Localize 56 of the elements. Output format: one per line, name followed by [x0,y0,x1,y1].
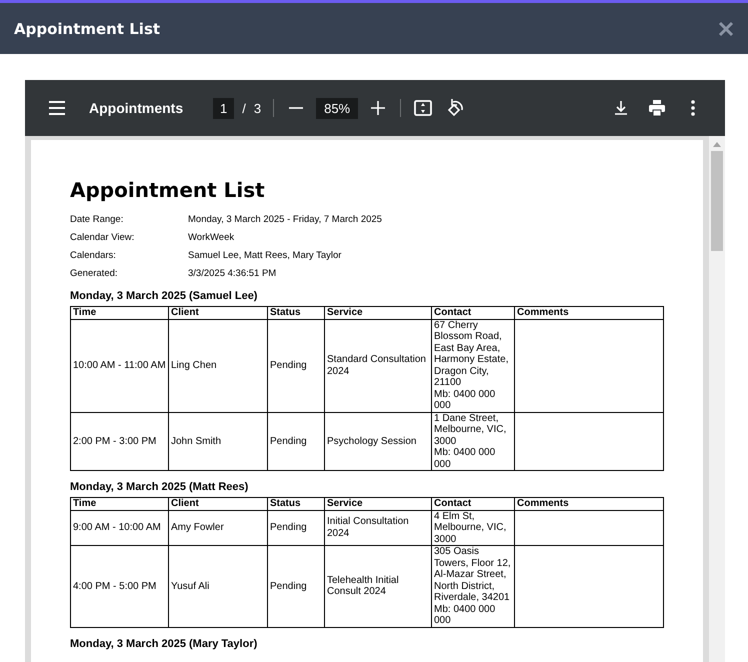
table-cell: Pending [268,510,324,546]
section-heading: Monday, 3 March 2025 (Matt Rees) [70,481,250,493]
table-cell: 4:00 PM - 5:00 PM [70,546,168,627]
page-total: 3 [254,100,262,116]
table-cell: Yusuf Ali [168,546,268,627]
column-header: Contact [432,306,514,319]
meta-label: Date Range: [70,214,124,225]
column-header: Time [70,306,168,319]
table-cell: Ling Chen [168,319,268,412]
meta-label: Generated: [70,268,119,279]
zoom-field[interactable]: 85% [316,98,358,118]
table-cell: Amy Fowler [168,510,268,546]
column-header: Client [168,306,268,319]
column-header: Service [324,498,432,510]
table-cell: Initial Consultation 2024 [324,510,432,546]
close-icon[interactable] [718,20,734,36]
table-cell: Pending [268,319,324,412]
column-header: Status [268,498,324,510]
table-cell: 67 Cherry Blossom Road, East Bay Area, Harmony Estate, Dragon City, 21100 Mb: 0400 000 000 [432,319,514,412]
table-cell: 2:00 PM - 3:00 PM [70,412,168,470]
column-header: Status [268,306,324,319]
table-cell: 9:00 AM - 10:00 AM [70,510,168,546]
menu-icon[interactable] [47,98,67,118]
window-title: Appointment List [14,20,160,38]
meta-value: WorkWeek [188,232,236,243]
print-icon[interactable] [647,98,667,118]
column-header: Contact [432,498,514,510]
page-number-field[interactable]: 1 [213,98,234,118]
table-cell: 4 Elm St, Melbourne, VIC, 3000 [432,510,514,546]
table-cell: 10:00 AM - 11:00 AM [70,319,168,412]
table-cell: 305 Oasis Towers, Floor 12, Al-Mazar Street, North District, Riverdale, 34201 Mb: 0400 000 000 [432,546,514,627]
table-cell: Telehealth Initial Consult 2024 [324,546,432,627]
meta-label: Calendars: [70,250,117,261]
table-cell: Standard Consultation 2024 [324,319,432,412]
rotate-icon[interactable] [445,98,466,118]
meta-value: Monday, 3 March 2025 - Friday, 7 March 2025 [188,214,383,225]
table-cell: 1 Dane Street, Melbourne, VIC, 3000 Mb: 0400 000 000 [432,412,514,470]
column-header: Comments [514,306,664,319]
document-heading: Appointment List [70,178,266,202]
column-header: Client [168,498,268,510]
meta-label: Calendar View: [70,232,136,243]
page-separator: / [242,100,246,116]
column-header: Service [324,306,432,319]
table-cell: John Smith [168,412,268,470]
meta-value: 3/3/2025 4:36:51 PM [188,268,278,279]
scroll-thumb[interactable] [711,151,723,251]
fit-page-icon[interactable] [413,98,434,118]
table-cell: Psychology Session [324,412,432,470]
meta-value: Samuel Lee, Matt Rees, Mary Taylor [188,250,342,261]
column-header: Comments [514,498,664,510]
table-cell: Pending [268,546,324,627]
table-cell: Pending [268,412,324,470]
section-heading: Monday, 3 March 2025 (Mary Taylor) [70,638,258,650]
section-heading: Monday, 3 March 2025 (Samuel Lee) [70,290,258,302]
document-title: Appointments [89,100,184,116]
column-header: Time [70,498,168,510]
